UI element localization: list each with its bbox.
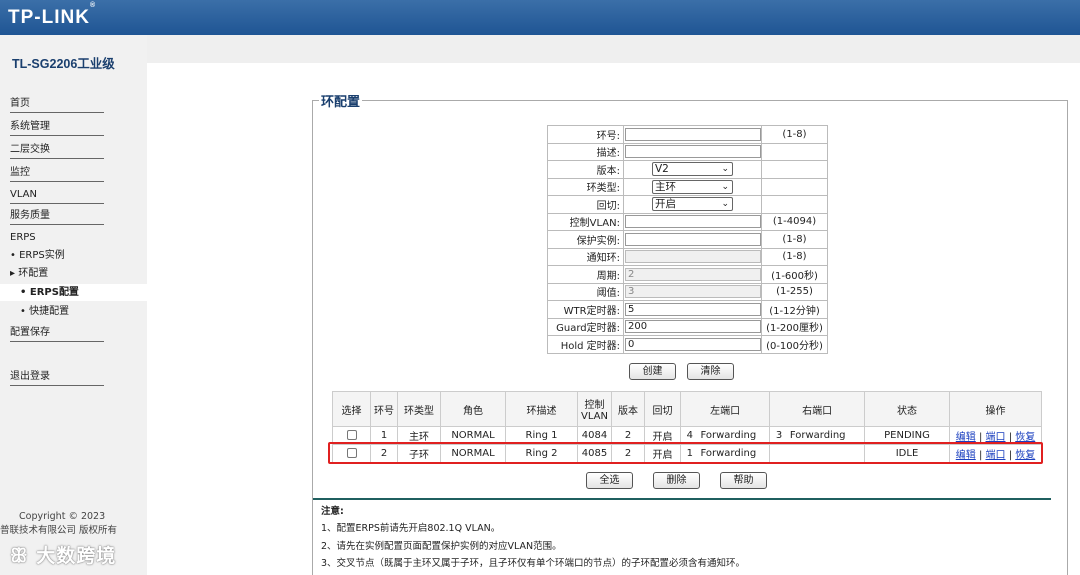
note-1: 1、配置ERPS前请先开启802.1Q VLAN。 — [321, 523, 501, 534]
row-checkbox[interactable] — [346, 430, 357, 440]
bullet-icon: • — [20, 287, 30, 298]
desc-input[interactable] — [625, 145, 761, 159]
col-version: 版本 — [611, 391, 645, 427]
header-strip — [147, 35, 1080, 63]
copyright: Copyright © 2023 — [19, 511, 106, 522]
delete-button[interactable]: 删除 — [653, 472, 700, 489]
nav-qos[interactable]: 服务质量 — [10, 209, 104, 225]
desc-label: 描述: — [547, 142, 624, 161]
ring-form: 环号: (1-8) 描述: 版本: V2 ⌄ 环类型: 主环 ⌄ 回切: 开启 ⌄ 控制VLA… — [547, 125, 828, 354]
ctrl-vlan-label: 控制VLAN: — [547, 212, 624, 231]
select-all-button[interactable]: 全选 — [586, 472, 633, 489]
tp-link-logo: TP-LINK® — [8, 1, 97, 28]
highlight-box — [328, 442, 1043, 464]
main-content: 环配置 环号: (1-8) 描述: 版本: V2 ⌄ 环类型: 主环 ⌄ 回切: 开启 ⌄ 控… — [147, 63, 1080, 575]
wtr-range: (1-12分钟) — [761, 300, 828, 319]
page-title: 环配置 — [319, 91, 363, 110]
ctrl-vlan-range: (1-4094) — [761, 212, 828, 231]
col-select: 选择 — [332, 391, 371, 427]
company-name: 普联技术有限公司 版权所有 — [0, 525, 118, 536]
ring-type-select[interactable]: 主环 ⌄ — [652, 179, 733, 194]
table-header: 选择 环号 环类型 角色 环描述 控制 VLAN 版本 回切 左端口 右端口 状态… — [332, 391, 1042, 427]
ring-type-label: 环类型: — [547, 177, 624, 196]
protect-instance-label: 保护实例: — [547, 230, 624, 249]
version-label: 版本: — [547, 160, 624, 179]
col-revert: 回切 — [644, 391, 681, 427]
chevron-down-icon: ⌄ — [721, 181, 729, 192]
protect-instance-input[interactable] — [625, 232, 761, 246]
period-input[interactable]: 2 — [625, 267, 761, 281]
hold-range: (0-100分秒) — [761, 335, 828, 354]
clear-button[interactable]: 清除 — [687, 363, 734, 380]
nav-monitor[interactable]: 监控 — [10, 166, 104, 182]
ring-id-range: (1-8) — [761, 125, 828, 144]
chevron-down-icon: ⌄ — [721, 164, 729, 175]
note-2: 2、请先在实例配置页面配置保护实例的对应VLAN范围。 — [321, 541, 562, 552]
hold-label: Hold 定时器: — [547, 335, 624, 354]
device-model: TL-SG2206工业级 — [12, 57, 115, 71]
col-ring: 环号 — [370, 391, 398, 427]
notes-divider — [313, 498, 1051, 500]
guard-range: (1-200厘秒) — [761, 317, 828, 336]
notes-title: 注意: — [321, 506, 344, 517]
chat-bubble-icon: ꕥ — [10, 545, 37, 567]
ctrl-vlan-input[interactable] — [625, 215, 761, 229]
col-ctrl-vlan: 控制 VLAN — [577, 391, 612, 427]
notify-ring-input[interactable] — [625, 250, 761, 264]
wtr-input[interactable]: 5 — [625, 302, 761, 316]
threshold-range: (1-255) — [761, 282, 828, 301]
nav-erps-config[interactable]: • ERPS配置 — [20, 286, 79, 299]
version-select[interactable]: V2 ⌄ — [652, 162, 733, 177]
top-banner: TP-LINK® — [0, 0, 1080, 35]
col-right-port: 右端口 — [769, 391, 865, 427]
ring-id-label: 环号: — [547, 125, 624, 144]
threshold-label: 阈值: — [547, 282, 624, 301]
sidebar: TL-SG2206工业级 首页 系统管理 二层交换 监控 VLAN 服务质量 E… — [0, 35, 147, 575]
col-role: 角色 — [440, 391, 506, 427]
hold-input[interactable]: 0 — [625, 337, 761, 351]
col-desc: 环描述 — [505, 391, 578, 427]
nav-home[interactable]: 首页 — [10, 97, 104, 113]
revertive-select[interactable]: 开启 ⌄ — [652, 197, 733, 212]
nav-logout[interactable]: 退出登录 — [10, 370, 104, 386]
col-type: 环类型 — [397, 391, 441, 427]
guard-input[interactable]: 200 — [625, 320, 761, 334]
nav-system[interactable]: 系统管理 — [10, 120, 104, 136]
threshold-input[interactable]: 3 — [625, 285, 761, 299]
nav-quick-config[interactable]: • 快捷配置 — [20, 305, 69, 318]
chevron-down-icon: ⌄ — [721, 199, 729, 210]
nav-erps-instance[interactable]: • ERPS实例 — [10, 249, 65, 262]
guard-label: Guard定时器: — [547, 317, 624, 336]
nav-l2-switching[interactable]: 二层交换 — [10, 143, 104, 159]
notify-ring-range: (1-8) — [761, 247, 828, 266]
help-button[interactable]: 帮助 — [720, 472, 767, 489]
watermark: ꕥ 大数跨境 — [10, 545, 117, 567]
protect-instance-range: (1-8) — [761, 230, 828, 249]
wtr-label: WTR定时器: — [547, 300, 624, 319]
notify-ring-label: 通知环: — [547, 247, 624, 266]
nav-erps[interactable]: ERPS — [10, 231, 104, 246]
triangle-right-icon: ▸ — [10, 268, 19, 279]
nav-ring-config[interactable]: ▸ 环配置 — [10, 267, 48, 280]
col-state: 状态 — [864, 391, 950, 427]
bullet-icon: • — [20, 306, 30, 317]
bullet-icon: • — [10, 250, 20, 261]
create-button[interactable]: 创建 — [629, 363, 676, 380]
period-range: (1-600秒) — [761, 265, 828, 284]
nav-vlan[interactable]: VLAN — [10, 188, 104, 204]
nav-save-config[interactable]: 配置保存 — [10, 326, 104, 342]
col-ops: 操作 — [949, 391, 1042, 427]
revertive-label: 回切: — [547, 195, 624, 214]
note-3: 3、交叉节点（既属于主环又属于子环，且子环仅有单个环端口的节点）的子环配置必须含… — [321, 558, 746, 569]
ring-id-input[interactable] — [625, 127, 761, 141]
period-label: 周期: — [547, 265, 624, 284]
col-left-port: 左端口 — [679, 391, 771, 427]
